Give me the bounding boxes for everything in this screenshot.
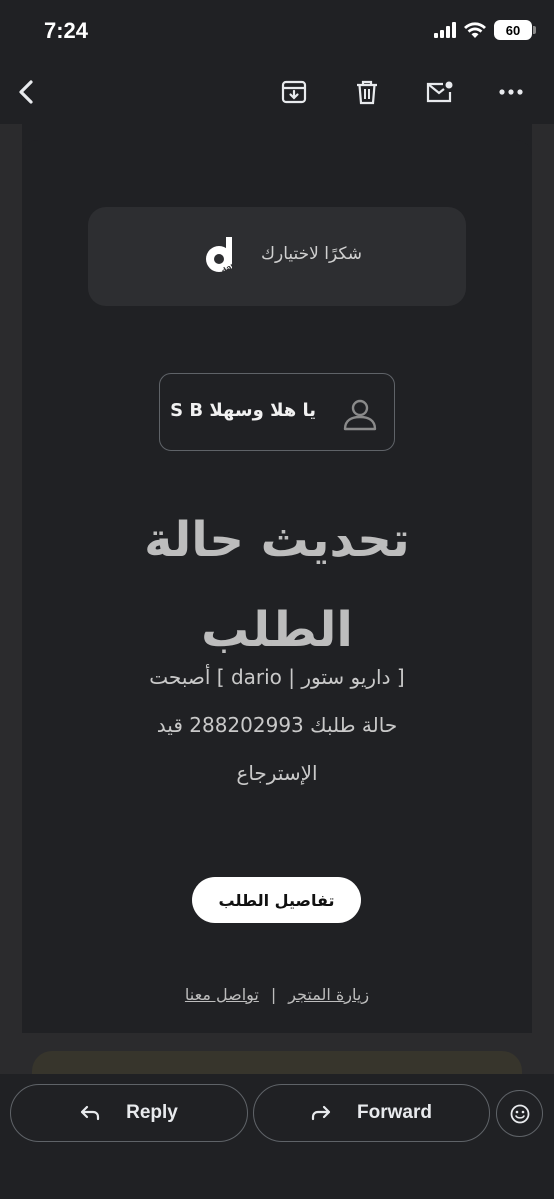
- heading-line-1: تحديث حالة: [144, 512, 410, 568]
- forward-button[interactable]: Forward: [253, 1084, 490, 1142]
- status-icons: 60: [434, 20, 536, 40]
- body-line-2: حالة طلبك 288202993 قيد: [156, 713, 398, 737]
- wifi-icon: [464, 21, 486, 38]
- reply-icon: [81, 1105, 100, 1121]
- dario-logo: dario: [206, 237, 240, 277]
- back-button[interactable]: [6, 72, 46, 112]
- more-horizontal-icon: [499, 89, 523, 95]
- back-arrow-icon: [19, 80, 33, 104]
- forward-label: Forward: [357, 1102, 432, 1123]
- email-frame-right: [532, 124, 554, 1074]
- contact-us-link[interactable]: تواصل معنا: [185, 985, 259, 1004]
- footer-separator: |: [270, 985, 277, 1004]
- email-body: dario شكرًا لاختيارك يا هلا وسهلا S B تح…: [22, 140, 532, 1033]
- more-options-button[interactable]: [491, 72, 531, 112]
- battery-icon: 60: [494, 20, 536, 40]
- brand-tagline: شكرًا لاختيارك: [260, 244, 362, 264]
- mark-unread-button[interactable]: [419, 72, 459, 112]
- greeting-card: يا هلا وسهلا S B: [159, 373, 395, 451]
- order-details-button[interactable]: تفاصيل الطلب: [192, 877, 361, 923]
- body-line-1: [ داريو ستور | dario ] أصبحت: [149, 665, 405, 689]
- signal-icon: [434, 22, 456, 38]
- email-toolbar: [0, 62, 554, 124]
- footer-links: زيارة المتجر | تواصل معنا: [22, 985, 532, 1004]
- mail-unread-icon: [426, 81, 453, 103]
- brand-header: dario شكرًا لاختيارك: [88, 207, 466, 306]
- trash-icon: [357, 80, 377, 105]
- reply-label: Reply: [126, 1102, 178, 1123]
- delete-button[interactable]: [347, 72, 387, 112]
- email-footer-strip: [22, 1033, 532, 1081]
- email-frame-left: [0, 124, 22, 1074]
- status-bar: 7:24 60: [0, 0, 554, 62]
- archive-icon: [281, 80, 307, 104]
- greeting-text: يا هلا وسهلا S B: [170, 400, 316, 421]
- emoji-reaction-button[interactable]: [496, 1090, 543, 1137]
- reply-button[interactable]: Reply: [10, 1084, 248, 1142]
- bottom-action-bar: Reply Forward: [0, 1074, 554, 1199]
- archive-button[interactable]: [274, 72, 314, 112]
- visit-store-link[interactable]: زيارة المتجر: [288, 985, 369, 1004]
- forward-icon: [311, 1105, 331, 1121]
- heading-line-2: الطلب: [201, 602, 353, 658]
- smiley-icon: [510, 1104, 529, 1123]
- email-heading: تحديث حالة الطلب: [22, 495, 532, 675]
- body-line-3: الإسترجاع: [236, 761, 318, 785]
- person-icon: [343, 399, 377, 431]
- status-time: 7:24: [44, 18, 89, 43]
